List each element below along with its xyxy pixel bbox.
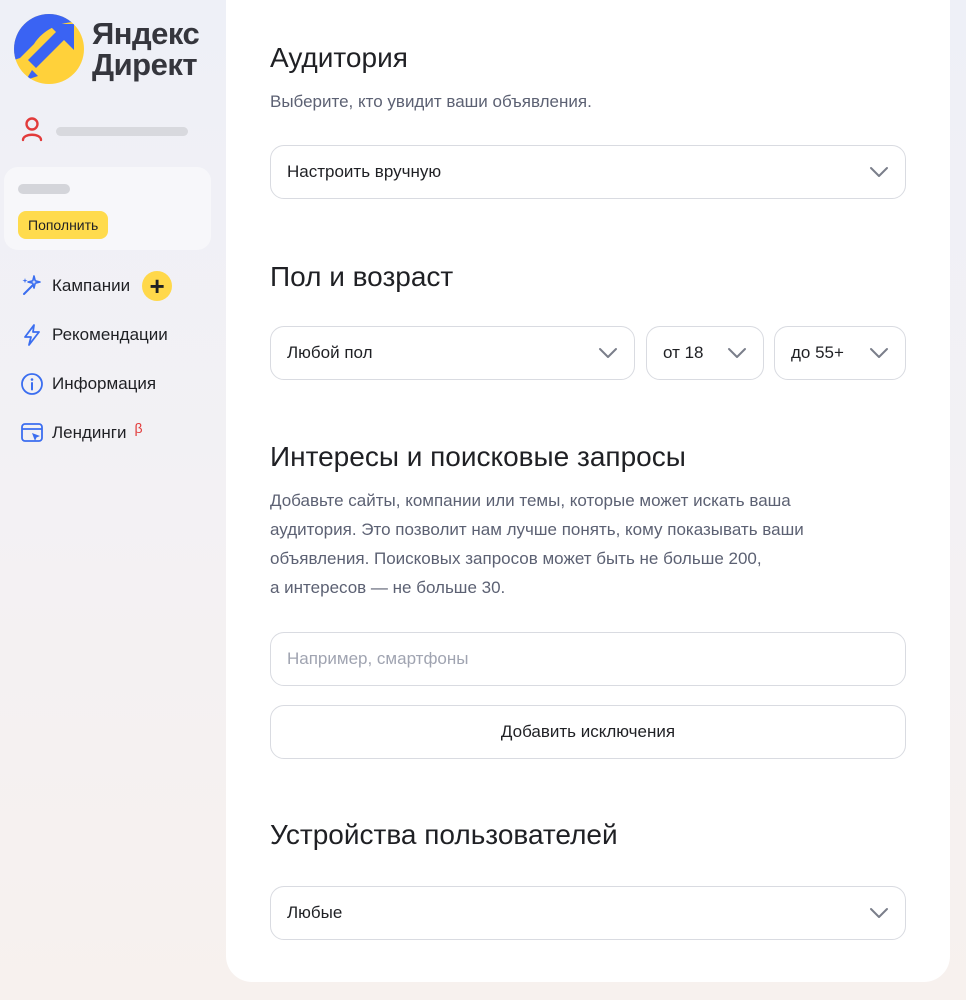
yandex-direct-logo[interactable]: Яндекс Директ xyxy=(14,14,200,84)
sidebar-item-label: Информация xyxy=(52,374,157,393)
chevron-down-icon xyxy=(869,907,889,919)
sidebar: Яндекс Директ Пополнить Кампании + Реком… xyxy=(0,0,226,1000)
logo-text-line2: Директ xyxy=(92,47,198,82)
interests-description-line: объявления. Поисковых запросов может быт… xyxy=(270,549,762,568)
sidebar-item-recommendations[interactable]: Рекомендации xyxy=(20,317,220,353)
interests-title: Интересы и поисковые запросы xyxy=(270,441,686,472)
sidebar-item-label: Кампании xyxy=(52,276,131,295)
user-icon xyxy=(20,116,44,147)
interests-input-placeholder: Например, смартфоны xyxy=(287,649,469,668)
gender-age-title: Пол и возраст xyxy=(270,261,454,292)
audience-description: Выберите, кто увидит ваши объявления. xyxy=(270,92,592,111)
main-panel: Аудитория Выберите, кто увидит ваши объя… xyxy=(226,0,950,982)
add-exclusions-button[interactable]: Добавить исключения xyxy=(270,705,906,759)
logo-text: Яндекс Директ xyxy=(92,16,200,82)
age-to-select[interactable]: до 55+ xyxy=(774,326,906,380)
sparkle-wand-icon xyxy=(20,274,44,298)
chevron-down-icon xyxy=(727,347,747,359)
user-account[interactable] xyxy=(20,116,188,147)
gender-select-value: Любой пол xyxy=(287,343,373,362)
interests-input[interactable]: Например, смартфоны xyxy=(270,632,906,686)
beta-badge: β xyxy=(134,420,143,436)
audience-select-value: Настроить вручную xyxy=(287,162,442,181)
user-name-placeholder xyxy=(56,127,188,136)
sidebar-item-landings[interactable]: Лендинги β xyxy=(20,415,220,451)
devices-title: Устройства пользователей xyxy=(270,819,618,850)
sidebar-item-campaigns[interactable]: Кампании + xyxy=(20,268,220,304)
gender-select[interactable]: Любой пол xyxy=(270,326,635,380)
landing-page-icon xyxy=(20,421,44,445)
interests-description: Добавьте сайты, компании или темы, котор… xyxy=(270,486,804,602)
info-icon xyxy=(20,372,44,396)
devices-select[interactable]: Любые xyxy=(270,886,906,940)
chevron-down-icon xyxy=(869,166,889,178)
interests-description-line: аудитория. Это позволит нам лучше понять… xyxy=(270,520,804,539)
sidebar-nav: Кампании + Рекомендации Информация Ленди… xyxy=(20,268,220,464)
add-campaign-button[interactable]: + xyxy=(142,271,173,301)
audience-select[interactable]: Настроить вручную xyxy=(270,145,906,199)
logo-text-line1: Яндекс xyxy=(92,16,200,51)
age-from-select[interactable]: от 18 xyxy=(646,326,764,380)
topup-button[interactable]: Пополнить xyxy=(18,211,109,239)
interests-description-line: а интересов — не больше 30. xyxy=(270,578,506,597)
balance-placeholder xyxy=(18,184,70,194)
balance-card: Пополнить xyxy=(4,167,211,250)
sidebar-item-label: Рекомендации xyxy=(52,325,168,344)
chevron-down-icon xyxy=(598,347,618,359)
logo-mark-icon xyxy=(14,14,84,84)
age-to-value: до 55+ xyxy=(791,343,844,362)
interests-description-line: Добавьте сайты, компании или темы, котор… xyxy=(270,491,791,510)
sidebar-item-label: Лендинги xyxy=(52,423,127,442)
chevron-down-icon xyxy=(869,347,889,359)
audience-title: Аудитория xyxy=(270,42,408,73)
lightning-icon xyxy=(20,323,44,347)
devices-select-value: Любые xyxy=(287,903,343,922)
age-from-value: от 18 xyxy=(663,343,704,362)
sidebar-item-information[interactable]: Информация xyxy=(20,366,220,402)
